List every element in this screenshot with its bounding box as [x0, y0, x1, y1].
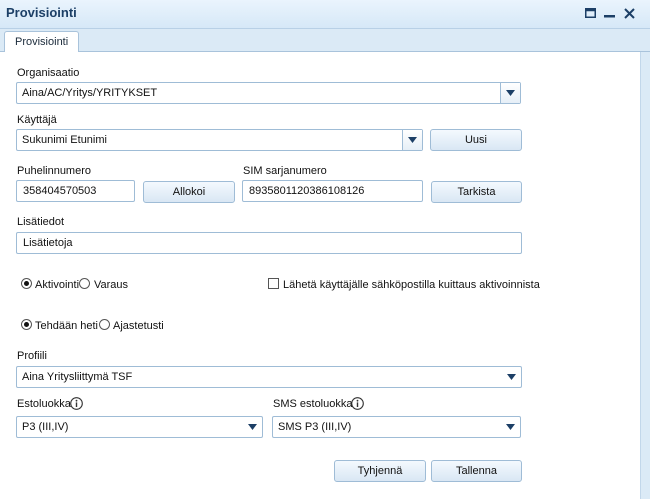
info-icon[interactable]: [351, 397, 364, 410]
triangle-down-icon[interactable]: [502, 367, 521, 387]
sms-estoluokka-label: SMS estoluokka: [273, 398, 353, 410]
organisaatio-label: Organisaatio: [17, 67, 80, 79]
lisatiedot-label: Lisätiedot: [17, 216, 65, 228]
check-button[interactable]: Tarkista: [431, 181, 522, 203]
reserve-label: Varaus: [94, 279, 129, 291]
close-icon[interactable]: [621, 5, 637, 21]
send-email-label: Lähetä käyttäjälle sähköpostilla kuittau…: [283, 279, 540, 291]
radio-now[interactable]: [21, 319, 32, 330]
info-icon[interactable]: [70, 397, 83, 410]
radio-activate[interactable]: [21, 278, 32, 289]
activate-label: Aktivointi: [35, 279, 80, 291]
estoluokka-select[interactable]: P3 (III,IV): [16, 416, 263, 438]
kayttaja-value: Sukunimi Etunimi: [22, 134, 107, 146]
radio-selected-dot: [24, 281, 29, 286]
save-button[interactable]: Tallenna: [431, 460, 522, 482]
window-title-bar: Provisiointi: [0, 0, 650, 29]
minimize-icon[interactable]: [601, 5, 617, 21]
organisaatio-value: Aina/AC/Yritys/YRITYKSET: [22, 87, 158, 99]
puhelinnumero-input[interactable]: 358404570503: [16, 180, 135, 202]
radio-reserve[interactable]: [79, 278, 90, 289]
profiili-select[interactable]: Aina Yritysliittymä TSF: [16, 366, 522, 388]
radio-selected-dot: [24, 322, 29, 327]
profiili-label: Profiili: [17, 350, 47, 362]
tab-strip: [0, 29, 650, 52]
profiili-value: Aina Yritysliittymä TSF: [22, 371, 133, 383]
panel-scroll-edge: [640, 52, 650, 499]
kayttaja-label: Käyttäjä: [17, 114, 57, 126]
estoluokka-value: P3 (III,IV): [22, 421, 69, 433]
estoluokka-label: Estoluokka: [17, 398, 71, 410]
maximize-icon[interactable]: [582, 5, 598, 21]
triangle-down-icon[interactable]: [500, 83, 520, 103]
sms-estoluokka-select[interactable]: SMS P3 (III,IV): [272, 416, 521, 438]
now-label: Tehdään heti: [35, 320, 98, 332]
window-title: Provisiointi: [6, 5, 77, 20]
clear-button[interactable]: Tyhjennä: [334, 460, 426, 482]
allocate-button[interactable]: Allokoi: [143, 181, 235, 203]
lisatiedot-input[interactable]: Lisätietoja: [16, 232, 522, 254]
new-user-button[interactable]: Uusi: [430, 129, 522, 151]
sms-estoluokka-value: SMS P3 (III,IV): [278, 421, 352, 433]
kayttaja-select[interactable]: Sukunimi Etunimi: [16, 129, 423, 151]
scheduled-label: Ajastetusti: [113, 320, 164, 332]
triangle-down-icon[interactable]: [402, 130, 422, 150]
triangle-down-icon[interactable]: [501, 417, 520, 437]
sim-input[interactable]: 8935801120386108126: [242, 180, 423, 202]
send-email-checkbox[interactable]: [268, 278, 279, 289]
radio-scheduled[interactable]: [99, 319, 110, 330]
puhelinnumero-label: Puhelinnumero: [17, 165, 91, 177]
triangle-down-icon[interactable]: [243, 417, 262, 437]
tab-provisiointi[interactable]: Provisiointi: [4, 31, 80, 53]
organisaatio-select[interactable]: Aina/AC/Yritys/YRITYKSET: [16, 82, 521, 104]
sim-label: SIM sarjanumero: [243, 165, 327, 177]
